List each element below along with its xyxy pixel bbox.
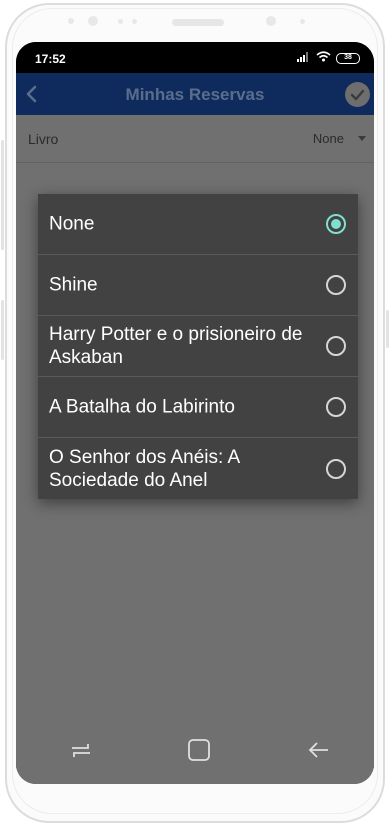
confirm-button[interactable]: [345, 82, 370, 107]
nav-back-button[interactable]: [305, 736, 333, 764]
phone-side-button: [1, 140, 4, 250]
option-label: Harry Potter e o prisioneiro de Askaban: [49, 324, 303, 368]
home-button[interactable]: [185, 736, 213, 764]
phone-camera: [88, 16, 98, 26]
option-label: None: [49, 213, 95, 235]
dropdown-arrow-icon: [358, 136, 366, 141]
home-icon: [185, 739, 213, 768]
book-picker-dialog: None Shine Harry Potter e o prisioneiro …: [38, 194, 358, 499]
status-time: 17:52: [35, 52, 66, 66]
phone-sensor: [132, 19, 137, 24]
recents-button[interactable]: [67, 736, 95, 764]
book-select[interactable]: None: [313, 131, 366, 146]
phone-screen: 17:52 38 Minhas Reservas Livro None None…: [16, 42, 374, 784]
phone-side-button: [386, 310, 389, 348]
app-bar: Minhas Reservas: [16, 73, 374, 115]
battery-icon: 38: [336, 52, 360, 64]
recents-icon: [67, 744, 95, 768]
phone-sensor: [68, 18, 74, 24]
book-field-label: Livro: [28, 131, 59, 147]
book-select-value: None: [312, 131, 344, 146]
option-batalha-labirinto[interactable]: A Batalha do Labirinto: [38, 377, 358, 438]
phone-front-camera: [266, 16, 276, 26]
option-label: Shine: [49, 274, 98, 296]
page-title: Minhas Reservas: [125, 85, 265, 104]
option-none[interactable]: None: [38, 194, 358, 255]
option-harry-potter[interactable]: Harry Potter e o prisioneiro de Askaban: [38, 316, 358, 377]
status-icons: 38: [297, 51, 360, 65]
navigation-bar: [16, 714, 374, 784]
status-bar: 17:52 38: [16, 42, 374, 73]
radio-button[interactable]: [326, 397, 346, 417]
wifi-icon: [316, 51, 331, 65]
radio-button[interactable]: [326, 336, 346, 356]
option-label: A Batalha do Labirinto: [49, 396, 235, 418]
signal-icon: [297, 51, 311, 65]
nav-back-icon: [305, 742, 333, 768]
book-field-row: Livro None: [16, 115, 374, 163]
check-circle-icon: [345, 89, 370, 111]
radio-button[interactable]: [326, 458, 346, 479]
radio-button-checked[interactable]: [326, 214, 346, 234]
phone-side-button: [1, 300, 4, 360]
phone-sensor: [300, 19, 305, 24]
option-shine[interactable]: Shine: [38, 255, 358, 316]
phone-speaker: [172, 19, 224, 26]
phone-sensor: [118, 19, 123, 24]
radio-button[interactable]: [326, 275, 346, 295]
option-senhor-dos-aneis[interactable]: O Senhor dos Anéis: A Sociedade do Anel: [38, 438, 358, 499]
option-label: O Senhor dos Anéis: A Sociedade do Anel: [49, 446, 240, 491]
